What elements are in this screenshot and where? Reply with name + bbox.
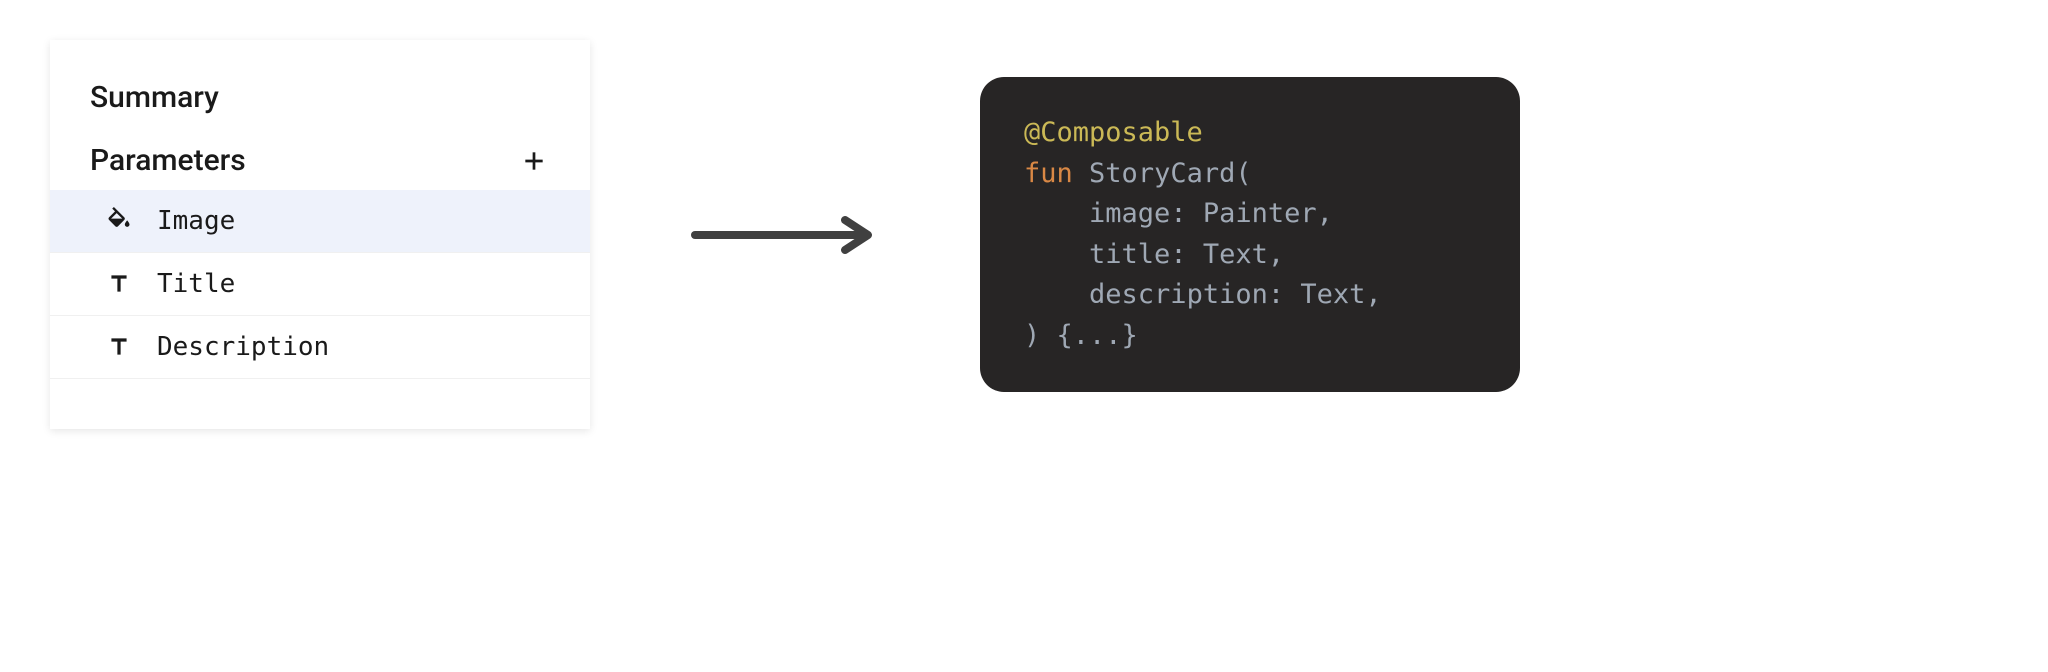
code-param-type: Painter — [1203, 198, 1317, 229]
text-icon — [105, 333, 133, 361]
plus-icon — [521, 148, 547, 174]
summary-heading: Summary — [50, 80, 590, 143]
parameter-row-image[interactable]: Image — [50, 190, 590, 253]
code-annotation: @Composable — [1024, 117, 1203, 148]
code-param-type: Text — [1203, 239, 1268, 270]
parameter-label: Image — [157, 206, 235, 236]
parameter-label: Description — [157, 332, 329, 362]
parameter-row-title[interactable]: Title — [50, 253, 590, 316]
parameters-header: Parameters — [50, 143, 590, 190]
parameter-label: Title — [157, 269, 235, 299]
text-icon — [105, 270, 133, 298]
arrow-icon — [690, 215, 880, 255]
parameters-heading: Parameters — [90, 143, 246, 178]
code-keyword: fun — [1024, 158, 1073, 189]
parameter-row-description[interactable]: Description — [50, 316, 590, 379]
code-param-name: title — [1089, 239, 1170, 270]
code-param-name: description — [1089, 279, 1268, 310]
parameters-panel: Summary Parameters Image — [50, 40, 590, 429]
code-param-type: Text — [1300, 279, 1365, 310]
add-parameter-button[interactable] — [518, 145, 550, 177]
code-snippet: @Composable fun StoryCard( image: Painte… — [980, 77, 1520, 392]
code-param-name: image — [1089, 198, 1170, 229]
code-function-name: StoryCard — [1089, 158, 1235, 189]
fill-icon — [105, 207, 133, 235]
code-body: {...} — [1057, 320, 1138, 351]
code-punct: ( — [1235, 158, 1251, 189]
